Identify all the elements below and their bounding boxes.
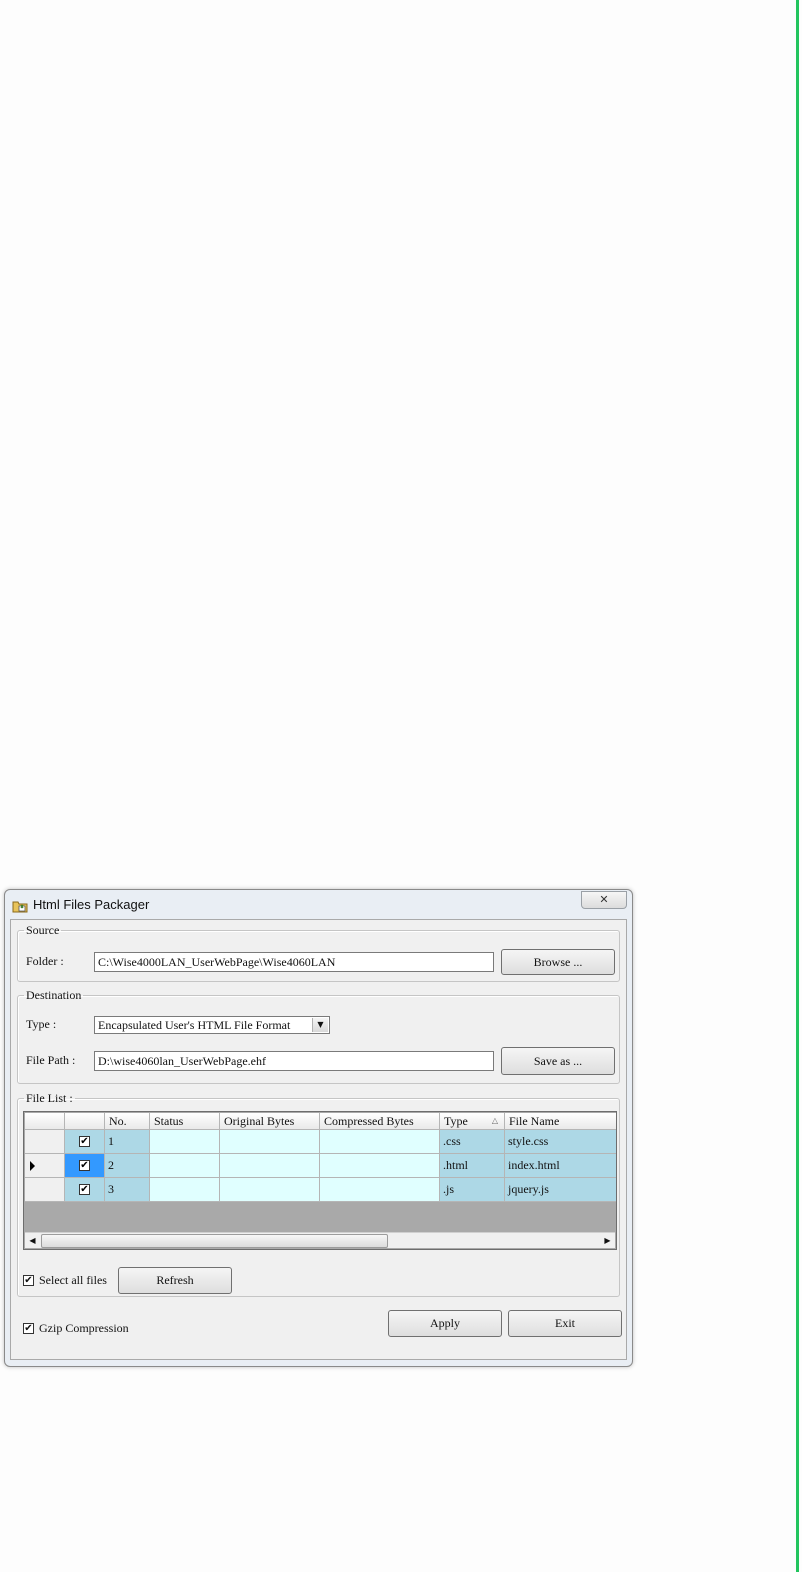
grid-header-rowselector	[25, 1113, 65, 1130]
folder-label: Folder :	[26, 954, 64, 968]
cell-type[interactable]: .js	[440, 1178, 505, 1202]
scrollbar-thumb[interactable]	[41, 1234, 388, 1248]
cell-type[interactable]: .html	[440, 1154, 505, 1178]
scroll-left-icon[interactable]: ◀	[25, 1233, 40, 1248]
type-label: Type :	[26, 1017, 57, 1031]
refresh-button[interactable]: Refresh	[118, 1267, 232, 1294]
file-grid[interactable]: No. Status Original Bytes Compressed Byt…	[23, 1111, 617, 1250]
filepath-input[interactable]: D:\wise4060lan_UserWebPage.ehf	[94, 1051, 494, 1071]
row-selector[interactable]	[25, 1154, 65, 1178]
checkmark-icon[interactable]: ✔	[79, 1184, 90, 1195]
close-icon: ✕	[599, 893, 609, 906]
grid-header-status[interactable]: Status	[150, 1113, 220, 1130]
grid-header-type[interactable]: Type △	[440, 1113, 505, 1130]
row-selector[interactable]	[25, 1130, 65, 1154]
grid-header-compressed-bytes[interactable]: Compressed Bytes	[320, 1113, 440, 1130]
grid-header-original-bytes[interactable]: Original Bytes	[220, 1113, 320, 1130]
save-as-button[interactable]: Save as ...	[501, 1047, 615, 1075]
row-selector[interactable]	[25, 1178, 65, 1202]
cell-compressed-bytes[interactable]	[320, 1130, 440, 1154]
horizontal-scrollbar[interactable]: ◀ ▶	[25, 1232, 615, 1248]
current-row-arrow-icon	[30, 1161, 35, 1171]
row-check-cell[interactable]: ✔	[65, 1130, 105, 1154]
grid-header-file-name[interactable]: File Name	[505, 1113, 616, 1130]
folder-input[interactable]: C:\Wise4000LAN_UserWebPage\Wise4060LAN	[94, 952, 494, 972]
close-button[interactable]: ✕	[581, 891, 627, 909]
select-all-checkbox[interactable]: ✔	[23, 1275, 34, 1286]
window-client-area: Source Folder : C:\Wise4000LAN_UserWebPa…	[10, 919, 627, 1360]
cell-no[interactable]: 1	[105, 1130, 150, 1154]
page-edge-accent-line	[796, 0, 799, 1572]
grid-header-type-label: Type	[444, 1114, 468, 1128]
cell-type[interactable]: .css	[440, 1130, 505, 1154]
chevron-down-icon[interactable]: ▼	[312, 1018, 328, 1032]
cell-file-name[interactable]: style.css	[505, 1130, 616, 1154]
scroll-right-icon[interactable]: ▶	[600, 1233, 615, 1248]
window-title: Html Files Packager	[33, 897, 150, 912]
cell-no[interactable]: 2	[105, 1154, 150, 1178]
cell-compressed-bytes[interactable]	[320, 1178, 440, 1202]
source-legend: Source	[26, 923, 60, 937]
html-files-packager-window: Html Files Packager ✕ Source Folder : C:…	[4, 889, 633, 1367]
checkmark-icon[interactable]: ✔	[79, 1136, 90, 1147]
grid-header-check[interactable]	[65, 1113, 105, 1130]
select-all-label[interactable]: Select all files	[39, 1273, 107, 1287]
cell-original-bytes[interactable]	[220, 1130, 320, 1154]
cell-original-bytes[interactable]	[220, 1154, 320, 1178]
sort-indicator-icon: △	[491, 1116, 498, 1125]
cell-status[interactable]	[150, 1130, 220, 1154]
browse-button[interactable]: Browse ...	[501, 949, 615, 975]
filepath-label: File Path :	[26, 1053, 76, 1067]
folder-package-icon	[12, 901, 28, 913]
cell-original-bytes[interactable]	[220, 1178, 320, 1202]
apply-button[interactable]: Apply	[388, 1310, 502, 1337]
type-select-value: Encapsulated User's HTML File Format	[98, 1018, 291, 1032]
checkmark-icon[interactable]: ✔	[79, 1160, 90, 1171]
cell-file-name[interactable]: jquery.js	[505, 1178, 616, 1202]
destination-legend: Destination	[26, 988, 82, 1002]
cell-status[interactable]	[150, 1154, 220, 1178]
title-bar[interactable]: Html Files Packager ✕	[5, 890, 632, 918]
grid-header-no[interactable]: No.	[105, 1113, 150, 1130]
file-list-legend: File List :	[26, 1091, 73, 1105]
row-check-cell[interactable]: ✔	[65, 1154, 105, 1178]
gzip-label[interactable]: Gzip Compression	[39, 1321, 129, 1335]
cell-file-name[interactable]: index.html	[505, 1154, 616, 1178]
cell-compressed-bytes[interactable]	[320, 1154, 440, 1178]
cell-status[interactable]	[150, 1178, 220, 1202]
type-select[interactable]: Encapsulated User's HTML File Format ▼	[94, 1016, 330, 1034]
cell-no[interactable]: 3	[105, 1178, 150, 1202]
row-check-cell[interactable]: ✔	[65, 1178, 105, 1202]
exit-button[interactable]: Exit	[508, 1310, 622, 1337]
gzip-checkbox[interactable]: ✔	[23, 1323, 34, 1334]
